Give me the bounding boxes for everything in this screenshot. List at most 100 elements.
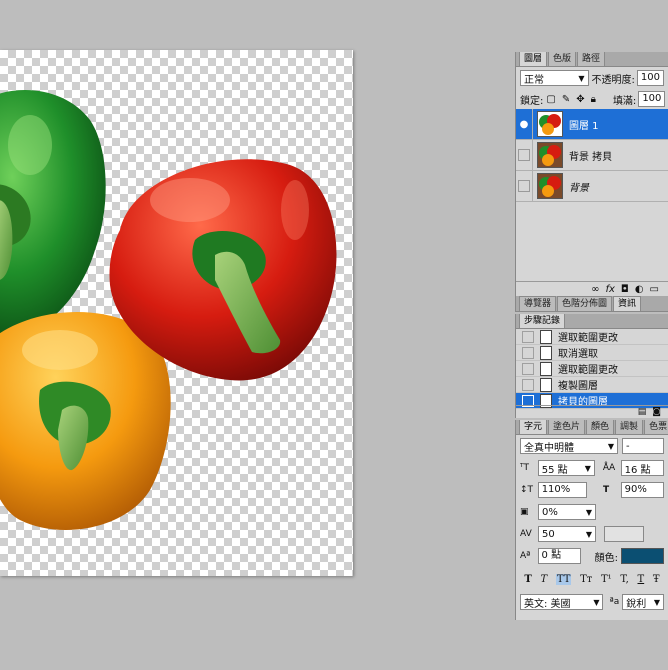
- link-icon[interactable]: ∞: [591, 284, 599, 295]
- leading-value: 16 點: [624, 464, 651, 476]
- tab-swatches[interactable]: 色票: [644, 420, 668, 434]
- font-row: 全真中明體 ▼ -: [516, 435, 668, 457]
- history-item[interactable]: 複製圖層: [516, 377, 668, 393]
- lock-all-icon[interactable]: 🔒︎: [591, 94, 596, 105]
- underline-button[interactable]: T: [638, 574, 645, 585]
- small-caps-button[interactable]: Tт: [580, 574, 592, 585]
- chevron-down-icon: ▼: [578, 73, 585, 83]
- font-style-select[interactable]: -: [622, 438, 664, 454]
- leading-select[interactable]: 16 點: [620, 460, 664, 476]
- mask-icon[interactable]: ◘: [621, 284, 629, 295]
- subscript-button[interactable]: T,: [620, 574, 628, 585]
- text-color-swatch[interactable]: [621, 548, 664, 564]
- history-panel: 步驟記錄 選取範圍更改 取消選取 選取範圍更改 複製圖層 拷貝的圖層 ▤ ◙: [515, 314, 668, 418]
- tab-layers[interactable]: 圖層: [519, 52, 548, 66]
- tab-histogram[interactable]: 色階分佈圖: [557, 296, 613, 311]
- chevron-down-icon: ▼: [585, 507, 592, 517]
- blend-mode-select[interactable]: 正常 ▼: [520, 70, 589, 86]
- history-label: 取消選取: [558, 349, 598, 360]
- navigator-tabs: 導覽器 色階分佈圖 資訊: [516, 296, 668, 312]
- opacity-input[interactable]: 100: [636, 70, 664, 86]
- font-style-value: -: [626, 440, 630, 452]
- layer-name: 背景: [569, 182, 589, 194]
- antialias-select[interactable]: 銳利 ▼: [622, 594, 664, 610]
- font-size-select[interactable]: 55 點 ▼: [537, 460, 595, 476]
- faux-bold-button[interactable]: T: [524, 574, 531, 585]
- kerning-select[interactable]: 50 ▼: [538, 526, 596, 542]
- chevron-down-icon: ▼: [593, 597, 600, 607]
- new-document-icon[interactable]: ▤: [638, 407, 647, 417]
- tab-paths[interactable]: 路徑: [577, 52, 606, 66]
- strikethrough-button[interactable]: Ŧ: [653, 574, 660, 585]
- eye-icon[interactable]: ●: [516, 108, 533, 140]
- lock-transparency-icon[interactable]: ▢: [546, 94, 555, 105]
- character-panel: 字元 塗色片 顏色 調製 色票 樣 全真中明體 ▼ - ᵀT 55 點 ▼ ÅA 1…: [515, 420, 668, 620]
- history-label: 複製圖層: [558, 381, 598, 392]
- tracking-row: ▣ 0% ▼: [516, 501, 668, 523]
- history-checkbox[interactable]: [522, 346, 534, 359]
- layer-row-background-copy[interactable]: 背景 拷貝: [516, 139, 668, 171]
- history-item[interactable]: 選取範圍更改: [516, 361, 668, 377]
- fx-icon[interactable]: fx: [605, 284, 614, 295]
- language-value: 英文: 美國: [524, 598, 571, 610]
- font-size-value: 55 點: [541, 464, 568, 476]
- lock-brush-icon[interactable]: ✎: [562, 94, 570, 105]
- workspace[interactable]: [0, 0, 514, 670]
- tab-character[interactable]: 字元: [519, 420, 548, 434]
- history-checkbox[interactable]: [522, 330, 534, 343]
- peppers-image: [0, 90, 337, 530]
- tab-navigator[interactable]: 導覽器: [519, 296, 557, 311]
- history-item[interactable]: 選取範圍更改: [516, 329, 668, 345]
- faux-italic-button[interactable]: T: [541, 574, 548, 585]
- horizontal-scale-input[interactable]: 90%: [620, 482, 665, 498]
- tab-color[interactable]: 顏色: [586, 420, 615, 434]
- orange-pepper: [0, 312, 171, 530]
- layer-row-layer-1[interactable]: ● 圖層 1: [516, 108, 668, 140]
- superscript-button[interactable]: T¹: [601, 574, 612, 585]
- all-caps-button[interactable]: TT: [555, 573, 572, 585]
- history-checkbox[interactable]: [522, 362, 534, 375]
- tab-adjust[interactable]: 調製: [615, 420, 644, 434]
- tracking-percent-select[interactable]: 0% ▼: [538, 504, 596, 520]
- kerning-icon: AV: [520, 529, 532, 539]
- fill-input[interactable]: 100: [638, 91, 666, 107]
- history-checkbox[interactable]: [522, 378, 534, 391]
- vertical-scale-input[interactable]: 110%: [537, 482, 587, 498]
- visibility-toggle[interactable]: [516, 170, 533, 202]
- font-family-select[interactable]: 全真中明體 ▼: [520, 438, 618, 454]
- layer-row-background[interactable]: 背景: [516, 170, 668, 202]
- document-icon: [540, 377, 552, 392]
- kerning-row: AV 50 ▼: [516, 523, 668, 545]
- color-label: 顏色:: [594, 552, 619, 564]
- tab-channels[interactable]: 色版: [548, 52, 577, 66]
- visibility-toggle[interactable]: [516, 139, 533, 171]
- document-icon: [540, 345, 552, 360]
- document-canvas[interactable]: [0, 50, 353, 576]
- baseline-shift-input[interactable]: 0 點: [537, 548, 581, 564]
- size-row: ᵀT 55 點 ▼ ÅA 16 點: [516, 457, 668, 479]
- adjustment-icon[interactable]: ◐: [635, 284, 644, 295]
- chevron-down-icon: ▼: [653, 597, 660, 607]
- tab-info[interactable]: 資訊: [613, 296, 642, 311]
- lock-move-icon[interactable]: ✥: [576, 94, 584, 105]
- blend-row: 正常 ▼ 不透明度: 100: [516, 67, 668, 89]
- snapshot-icon[interactable]: ◙: [652, 407, 661, 417]
- language-row: 英文: 美國 ▼ ªa 銳利 ▼: [516, 591, 668, 613]
- tab-swatch-sheet[interactable]: 塗色片: [548, 420, 586, 434]
- history-label: 選取範圍更改: [558, 333, 618, 344]
- opacity-label: 不透明度:: [591, 74, 635, 86]
- language-select[interactable]: 英文: 美國 ▼: [520, 594, 604, 610]
- history-list: 選取範圍更改 取消選取 選取範圍更改 複製圖層 拷貝的圖層: [516, 329, 668, 409]
- layer-name: 背景 拷貝: [569, 151, 613, 163]
- layer-name: 圖層 1: [569, 120, 599, 132]
- font-size-icon: ᵀT: [520, 463, 529, 473]
- document-icon: [540, 329, 552, 344]
- chevron-down-icon: ▼: [584, 463, 591, 473]
- history-item[interactable]: 取消選取: [516, 345, 668, 361]
- style-buttons-row: T T TT Tт T¹ T, T Ŧ: [516, 567, 668, 591]
- font-family-value: 全真中明體: [524, 442, 574, 454]
- baseline-row: Aª 0 點 顏色:: [516, 545, 668, 567]
- tab-history[interactable]: 步驟記錄: [519, 314, 566, 328]
- folder-icon[interactable]: ▭: [650, 284, 659, 295]
- layers-panel-tabs: 圖層 色版 路徑: [516, 52, 668, 67]
